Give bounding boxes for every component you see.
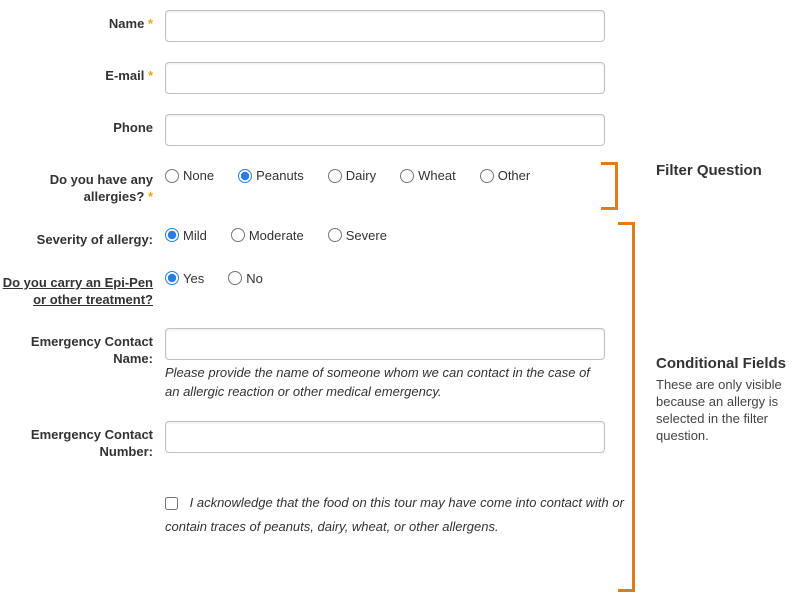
- bracket-filter: [615, 162, 618, 210]
- radio-severity-moderate[interactable]: [231, 228, 245, 242]
- row-phone: Phone: [0, 114, 800, 146]
- input-email[interactable]: [165, 62, 605, 94]
- row-name: Name *: [0, 10, 800, 42]
- annotation-conditional-title: Conditional Fields: [656, 355, 796, 373]
- checkbox-acknowledge[interactable]: [165, 497, 178, 510]
- radio-label: Peanuts: [256, 168, 304, 183]
- helptext-emergency-name: Please provide the name of someone whom …: [165, 364, 605, 400]
- label-severity: Severity of allergy:: [0, 226, 165, 249]
- radio-label: Severe: [346, 228, 387, 243]
- row-email: E-mail *: [0, 62, 800, 94]
- radio-allergy-none[interactable]: [165, 169, 179, 183]
- radio-allergy-other[interactable]: [480, 169, 494, 183]
- label-emergency-name: Emergency Contact Name:: [0, 328, 165, 368]
- radios-allergies: None Peanuts Dairy Wheat Other: [165, 166, 625, 183]
- radio-label: Wheat: [418, 168, 456, 183]
- radio-label: Other: [498, 168, 531, 183]
- radio-label: Moderate: [249, 228, 304, 243]
- row-severity: Severity of allergy: Mild Moderate Sever…: [0, 226, 800, 249]
- label-name: Name *: [0, 10, 165, 33]
- annotation-conditional: Conditional Fields These are only visibl…: [656, 355, 796, 445]
- acknowledge-text: I acknowledge that the food on this tour…: [165, 495, 624, 535]
- radio-allergy-peanuts[interactable]: [238, 169, 252, 183]
- radio-label: None: [183, 168, 214, 183]
- radio-epipen-no[interactable]: [228, 271, 242, 285]
- radio-allergy-wheat[interactable]: [400, 169, 414, 183]
- input-emergency-number[interactable]: [165, 421, 605, 453]
- radio-severity-severe[interactable]: [328, 228, 342, 242]
- label-epipen: Do you carry an Epi-Pen or other treatme…: [0, 269, 165, 309]
- radio-severity-mild[interactable]: [165, 228, 179, 242]
- radios-severity: Mild Moderate Severe: [165, 226, 625, 243]
- radio-label: Yes: [183, 271, 204, 286]
- input-name[interactable]: [165, 10, 605, 42]
- label-email: E-mail *: [0, 62, 165, 85]
- annotation-filter-title: Filter Question: [656, 162, 796, 180]
- bracket-conditional: [632, 222, 635, 592]
- radio-allergy-dairy[interactable]: [328, 169, 342, 183]
- row-acknowledge: I acknowledge that the food on this tour…: [0, 491, 800, 540]
- annotation-filter: Filter Question: [656, 162, 796, 180]
- input-phone[interactable]: [165, 114, 605, 146]
- label-emergency-number: Emergency Contact Number:: [0, 421, 165, 461]
- form: Name * E-mail * Phone Do you have any al…: [0, 10, 800, 540]
- radio-label: Mild: [183, 228, 207, 243]
- label-phone: Phone: [0, 114, 165, 137]
- radio-label: Dairy: [346, 168, 376, 183]
- annotation-conditional-body: These are only visible because an allerg…: [656, 377, 796, 445]
- row-epipen: Do you carry an Epi-Pen or other treatme…: [0, 269, 800, 309]
- label-allergies: Do you have any allergies? *: [0, 166, 165, 206]
- radio-epipen-yes[interactable]: [165, 271, 179, 285]
- input-emergency-name[interactable]: [165, 328, 605, 360]
- radios-epipen: Yes No: [165, 269, 625, 286]
- radio-label: No: [246, 271, 263, 286]
